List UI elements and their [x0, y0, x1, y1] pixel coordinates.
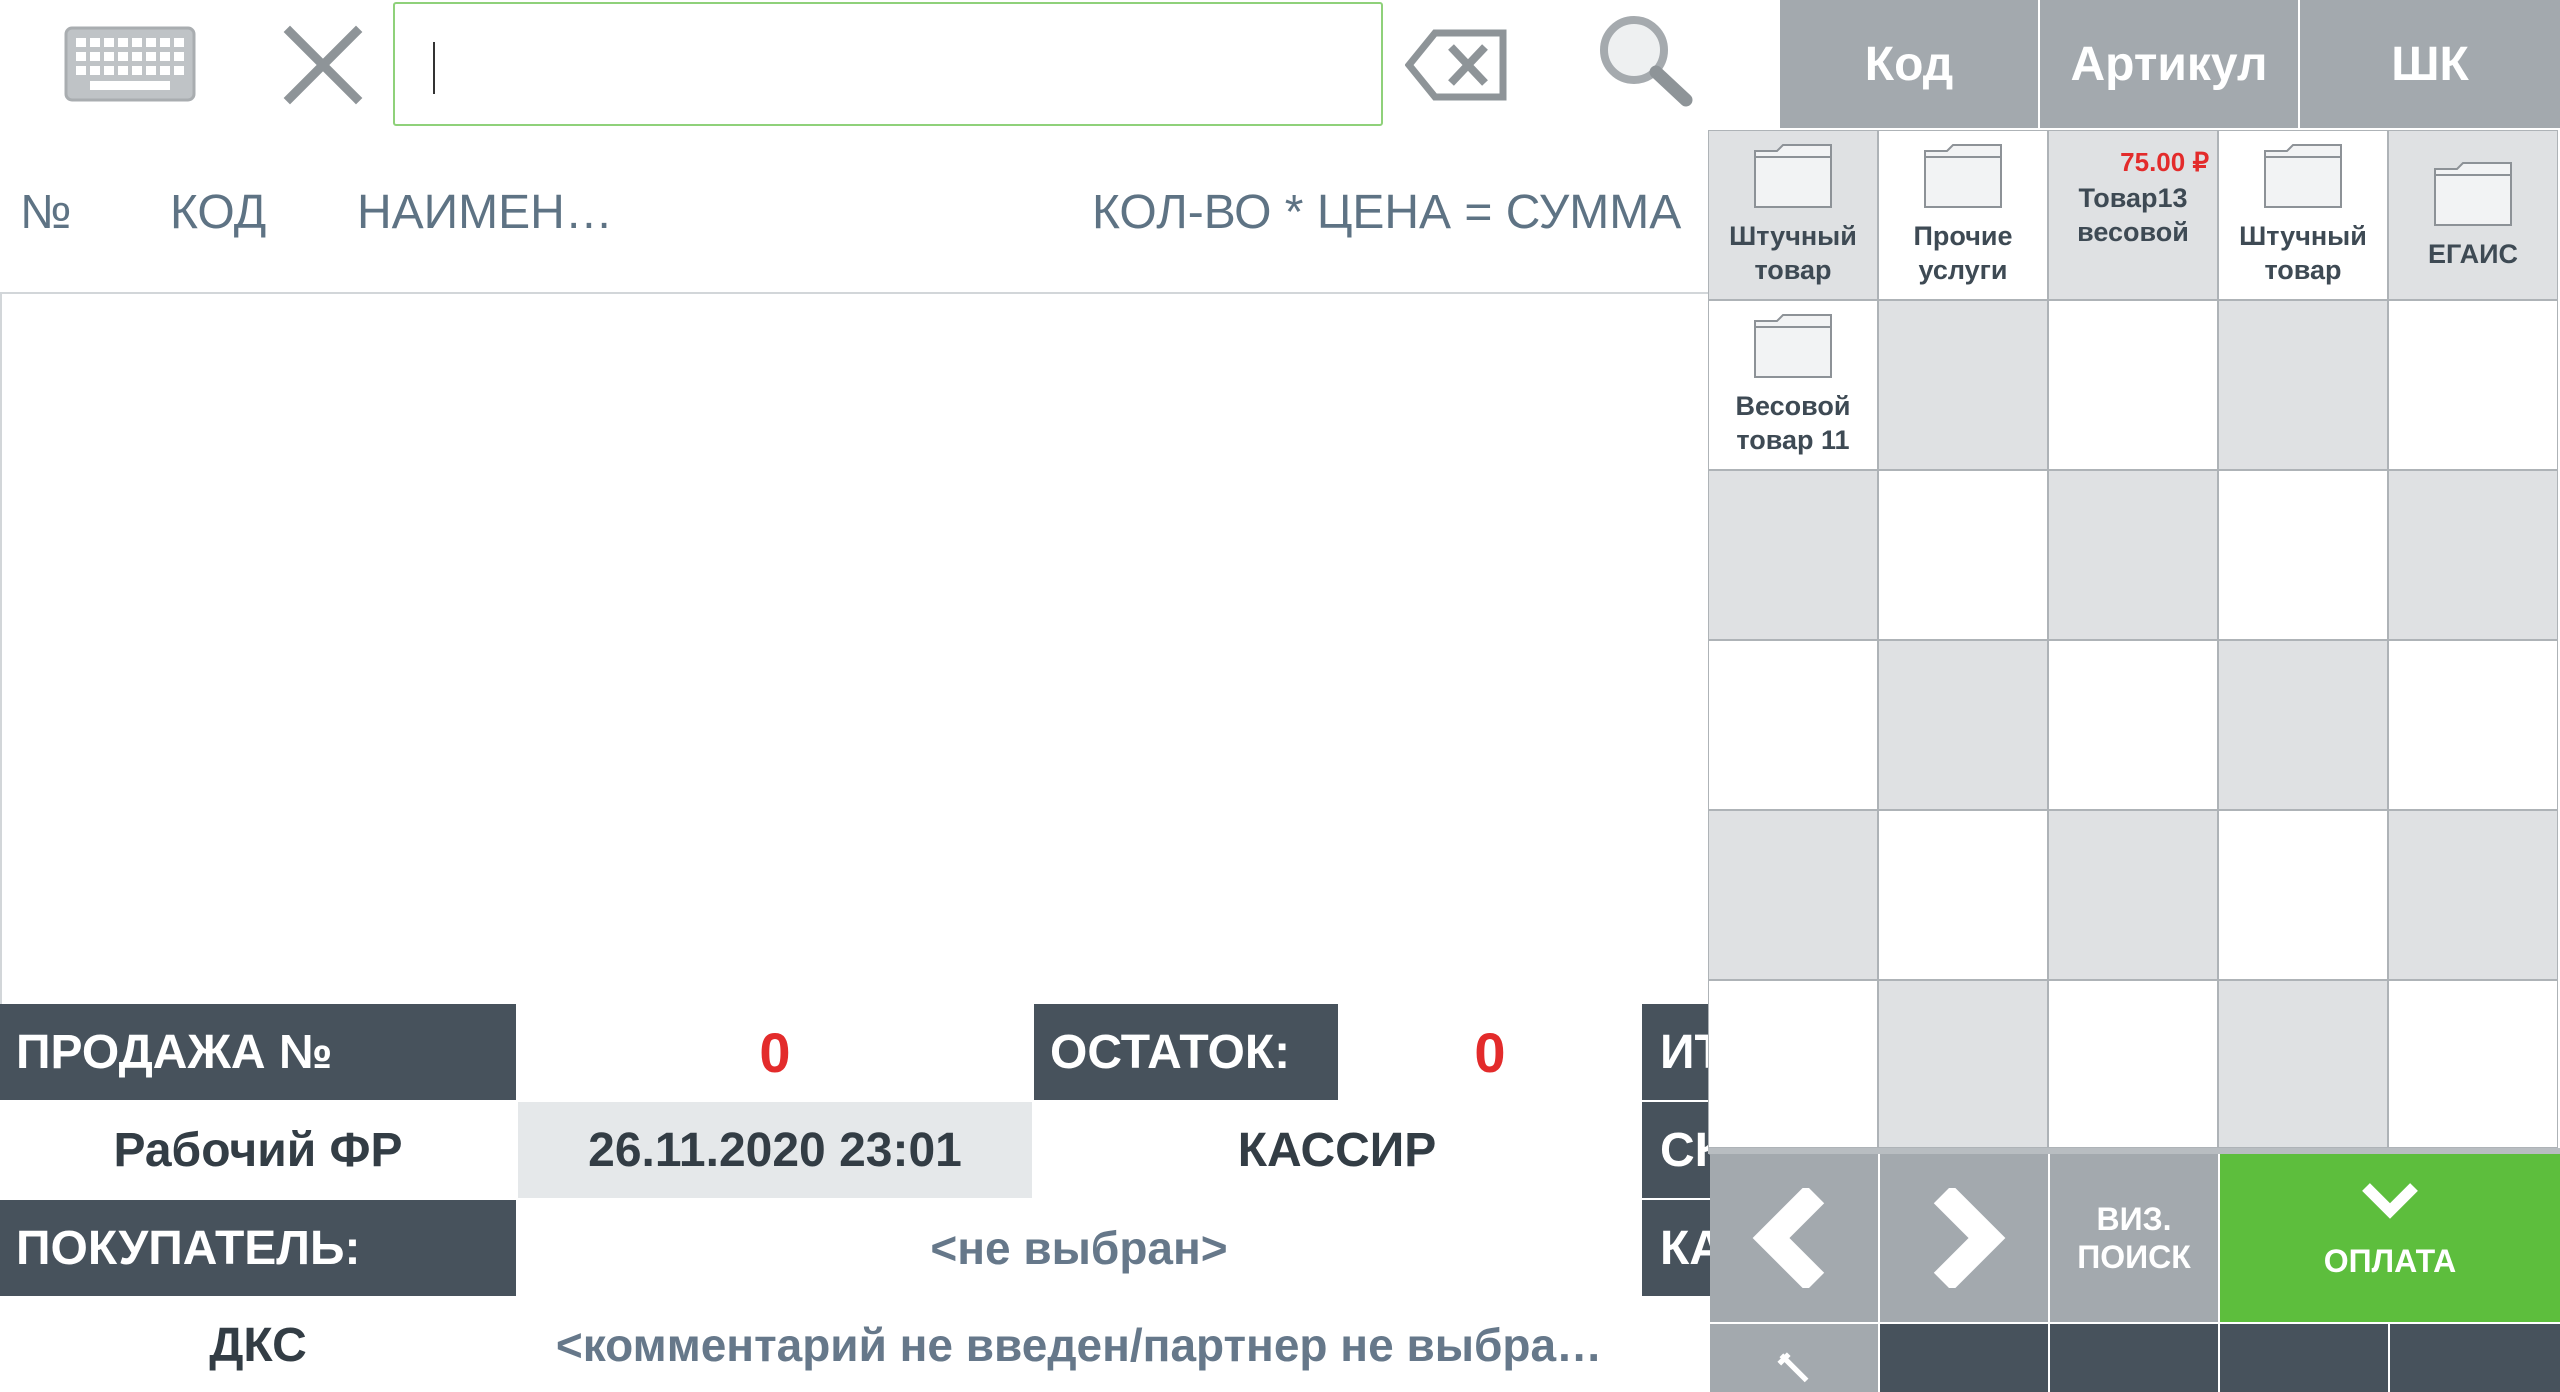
grid-tile-empty[interactable]	[2048, 300, 2218, 470]
fiscal-register-label: Рабочий ФР	[113, 1123, 403, 1177]
card-label: КА	[1642, 1200, 1710, 1296]
tile-label-line1: Весовой	[1735, 391, 1851, 421]
grid-tile-empty[interactable]	[2388, 640, 2558, 810]
datetime-value: 26.11.2020 23:01	[518, 1102, 1032, 1198]
tile-label-line2: товар	[2264, 255, 2342, 285]
balance-label: ОСТАТОК:	[1034, 1004, 1338, 1100]
grid-tile-empty[interactable]	[1878, 300, 2048, 470]
grid-tile-empty[interactable]	[1708, 470, 1878, 640]
folder-icon	[1754, 314, 1832, 378]
prev-page-button[interactable]	[1710, 1154, 1878, 1322]
tile-label-line1: ЕГАИС	[2427, 239, 2519, 269]
bottom-button[interactable]	[2390, 1324, 2560, 1392]
grid-tile-other-services[interactable]: Прочие услуги	[1878, 130, 2048, 300]
total-label: ИТ	[1642, 1004, 1710, 1100]
tile-label-line1: Штучный	[1729, 221, 1857, 251]
dks-label: ДКС	[209, 1318, 307, 1372]
search-input[interactable]	[393, 2, 1383, 126]
mode-code-button[interactable]: Код	[1780, 0, 2038, 128]
comment-value[interactable]: <комментарий не введен/партнер не выбра…	[518, 1298, 1640, 1392]
grid-tile-empty[interactable]	[2048, 470, 2218, 640]
chevron-left-icon	[1752, 1188, 1825, 1288]
backspace-icon[interactable]	[1402, 24, 1512, 106]
mode-article-button[interactable]: Артикул	[2040, 0, 2298, 128]
mode-barcode-button[interactable]: ШК	[2300, 0, 2560, 128]
grid-tile-empty[interactable]	[1708, 810, 1878, 980]
grid-tile-empty[interactable]	[1878, 980, 2048, 1148]
chevron-down-icon	[2362, 1182, 2418, 1219]
grid-tile-empty[interactable]	[2218, 470, 2388, 640]
balance-value: 0	[1474, 1020, 1506, 1084]
grid-tile-egais[interactable]: ЕГАИС	[2388, 130, 2558, 300]
settings-button[interactable]	[1710, 1324, 1878, 1392]
next-page-button[interactable]	[1880, 1154, 2048, 1322]
visual-search-line2: ПОИСК	[2077, 1239, 2191, 1275]
tile-label-line2: услуги	[1918, 255, 2008, 285]
grid-tile-empty[interactable]	[2048, 810, 2218, 980]
receipt-items-list[interactable]	[0, 292, 1710, 1004]
pay-button[interactable]: ОПЛАТА	[2220, 1154, 2560, 1322]
grid-tile-empty[interactable]	[1878, 810, 2048, 980]
product-grid: Штучный товар Прочие услуги 75.00 ₽ Това…	[1708, 130, 2560, 1148]
column-code: КОД	[170, 186, 267, 239]
folder-icon	[2264, 144, 2342, 208]
search-icon[interactable]	[1592, 12, 1704, 112]
keyboard-icon[interactable]	[60, 22, 200, 106]
grid-tile-piece-goods-2[interactable]: Штучный товар	[2218, 130, 2388, 300]
sale-number-label: ПРОДАЖА №	[0, 1004, 516, 1100]
grid-tile-piece-goods[interactable]: Штучный товар	[1708, 130, 1878, 300]
tile-label-line2: товар	[1754, 255, 1832, 285]
tile-price: 75.00 ₽	[2120, 147, 2209, 177]
bottom-button[interactable]	[1880, 1324, 2048, 1392]
close-icon[interactable]	[276, 22, 370, 108]
grid-tile-empty[interactable]	[2218, 300, 2388, 470]
grid-tile-empty[interactable]	[2218, 980, 2388, 1148]
buyer-label: ПОКУПАТЕЛЬ:	[0, 1200, 516, 1296]
grid-tile-empty[interactable]	[2048, 980, 2218, 1148]
discount-label: СК	[1642, 1102, 1710, 1198]
text-caret	[433, 42, 435, 94]
column-name: НАИМЕН…	[357, 186, 613, 239]
tile-label-line2: весовой	[2077, 217, 2189, 247]
column-qty-price-sum: КОЛ-ВО * ЦЕНА = СУММА	[1092, 186, 1682, 239]
grid-tile-empty[interactable]	[1708, 980, 1878, 1148]
grid-tile-product-13-weighted[interactable]: 75.00 ₽ Товар13 весовой	[2048, 130, 2218, 300]
chevron-right-icon	[1933, 1188, 2006, 1288]
tile-label-line1: Товар13	[2078, 183, 2188, 213]
grid-tile-empty[interactable]	[1878, 470, 2048, 640]
grid-tile-empty[interactable]	[1878, 640, 2048, 810]
grid-tile-empty[interactable]	[2218, 640, 2388, 810]
visual-search-line1: ВИЗ.	[2096, 1201, 2172, 1237]
grid-tile-empty[interactable]	[1708, 640, 1878, 810]
pay-button-label: ОПЛАТА	[2323, 1242, 2457, 1279]
grid-tile-empty[interactable]	[2218, 810, 2388, 980]
tile-label-line1: Прочие	[1913, 221, 2013, 251]
buyer-value[interactable]: <не выбран>	[518, 1200, 1640, 1296]
grid-tile-empty[interactable]	[2388, 300, 2558, 470]
grid-tile-empty[interactable]	[2388, 470, 2558, 640]
grid-tile-weighted-goods-11[interactable]: Весовой товар 11	[1708, 300, 1878, 470]
bottom-button[interactable]	[2050, 1324, 2218, 1392]
folder-icon	[2434, 162, 2512, 226]
folder-icon	[1924, 144, 2002, 208]
visual-search-button[interactable]: ВИЗ. ПОИСК	[2050, 1154, 2218, 1322]
tile-label-line2: товар 11	[1736, 425, 1850, 455]
grid-tile-empty[interactable]	[2048, 640, 2218, 810]
tile-label-line1: Штучный	[2239, 221, 2367, 251]
wrench-icon	[1777, 1352, 1809, 1383]
folder-icon	[1754, 144, 1832, 208]
grid-tile-empty[interactable]	[2388, 980, 2558, 1148]
bottom-button[interactable]	[2220, 1324, 2388, 1392]
cashier-label: КАССИР	[1237, 1123, 1437, 1177]
column-number: №	[20, 186, 72, 239]
sale-number-value: 0	[759, 1020, 791, 1084]
grid-tile-empty[interactable]	[2388, 810, 2558, 980]
